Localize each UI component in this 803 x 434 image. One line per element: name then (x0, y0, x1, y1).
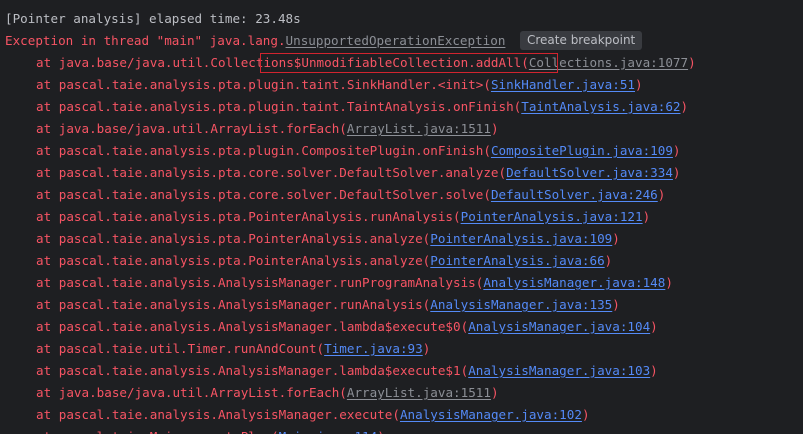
stack-frame: at pascal.taie.analysis.pta.PointerAnaly… (36, 207, 650, 227)
closing-paren: ) (650, 319, 658, 334)
stack-frame-source-link[interactable]: PointerAnalysis.java:121 (461, 209, 643, 224)
stack-frame: at pascal.taie.analysis.pta.plugin.Compo… (36, 141, 681, 161)
run-console-output: [Pointer analysis] elapsed time: 23.48s … (0, 0, 803, 434)
closing-paren: ) (650, 363, 658, 378)
closing-paren: ) (490, 121, 499, 136)
stack-frame: at pascal.taie.Main.executePlan(Main.jav… (36, 427, 385, 434)
stack-frame-source-link[interactable]: AnalysisManager.java:135 (430, 297, 612, 312)
stack-frame-method: at pascal.taie.analysis.AnalysisManager.… (36, 363, 469, 378)
stack-frame: at pascal.taie.analysis.pta.plugin.taint… (36, 97, 688, 117)
stack-frame-source-link[interactable]: SinkHandler.java:51 (491, 77, 635, 92)
stack-frame-source-link[interactable]: PointerAnalysis.java:66 (430, 253, 604, 268)
stack-frame: at pascal.taie.analysis.AnalysisManager.… (36, 405, 590, 425)
closing-paren: ) (581, 407, 590, 422)
stack-frame-method: at pascal.taie.analysis.pta.PointerAnaly… (36, 231, 431, 246)
exception-prefix: Exception in thread "main" java.lang. (5, 33, 286, 48)
stack-frame: at java.base/java.util.ArrayList.forEach… (36, 119, 499, 139)
stack-frame-source-link[interactable]: ArrayList.java:1511 (347, 121, 491, 136)
stack-frame-source-link[interactable]: AnalysisManager.java:104 (468, 319, 650, 334)
stack-frame: at pascal.taie.analysis.pta.PointerAnaly… (36, 251, 612, 271)
stack-frame: at pascal.taie.analysis.pta.PointerAnaly… (36, 229, 620, 249)
stack-frame: at pascal.taie.analysis.pta.core.solver.… (36, 163, 681, 183)
closing-paren: ) (422, 341, 431, 356)
stack-frame: at java.base/java.util.ArrayList.forEach… (36, 383, 499, 403)
stack-frame-method: at pascal.taie.analysis.AnalysisManager.… (36, 319, 469, 334)
closing-paren: ) (612, 297, 620, 312)
stack-frame: at pascal.taie.analysis.pta.core.solver.… (36, 185, 665, 205)
stack-frame-method: at pascal.taie.analysis.pta.plugin.taint… (36, 77, 491, 92)
stack-frame-method: at pascal.taie.Main.executePlan( (36, 429, 279, 434)
timing-line: [Pointer analysis] elapsed time: 23.48s (5, 11, 301, 26)
stack-frame: at pascal.taie.analysis.AnalysisManager.… (36, 273, 673, 293)
stack-frame-source-link[interactable]: TaintAnalysis.java:62 (521, 99, 680, 114)
stack-frame: at pascal.taie.util.Timer.runAndCount(Ti… (36, 339, 430, 359)
stack-frame: at java.base/java.util.Collections$Unmod… (36, 53, 696, 73)
stack-frame-method: at pascal.taie.analysis.AnalysisManager.… (36, 297, 431, 312)
stack-frame-source-link[interactable]: PointerAnalysis.java:109 (430, 231, 612, 246)
closing-paren: ) (672, 143, 681, 158)
stack-frame-method: at pascal.taie.analysis.pta.PointerAnaly… (36, 209, 461, 224)
closing-paren: ) (657, 187, 666, 202)
closing-paren: ) (665, 275, 673, 290)
stack-frame-method: at pascal.taie.analysis.pta.plugin.taint… (36, 99, 522, 114)
closing-paren: ) (635, 77, 643, 92)
stack-frame-source-link[interactable]: ArrayList.java:1511 (347, 385, 491, 400)
stack-frame-source-link[interactable]: DefaultSolver.java:334 (506, 165, 673, 180)
stack-frame-method: at java.base/java.util.ArrayList.forEach… (36, 121, 347, 136)
stack-frame: at pascal.taie.analysis.AnalysisManager.… (36, 317, 658, 337)
closing-paren: ) (680, 99, 689, 114)
stack-frame-method: at java.base/java.util.ArrayList.forEach… (36, 385, 347, 400)
stack-frame-method: at pascal.taie.analysis.AnalysisManager.… (36, 407, 400, 422)
stack-frame-source-link[interactable]: Main.java:114 (279, 429, 378, 434)
closing-paren: ) (642, 209, 651, 224)
stack-frame-source-link[interactable]: AnalysisManager.java:103 (468, 363, 650, 378)
stack-frame-source-link[interactable]: AnalysisManager.java:102 (400, 407, 582, 422)
stack-frame-method: at pascal.taie.analysis.AnalysisManager.… (36, 275, 484, 290)
exception-header: Exception in thread "main" java.lang.Uns… (5, 31, 505, 51)
stack-frame: at pascal.taie.analysis.AnalysisManager.… (36, 361, 658, 381)
exception-class-link[interactable]: UnsupportedOperationException (286, 33, 506, 48)
stack-frame-method: at pascal.taie.analysis.pta.PointerAnaly… (36, 253, 431, 268)
closing-paren: ) (490, 385, 499, 400)
closing-paren: ) (612, 231, 620, 246)
stack-frame-method: at pascal.taie.analysis.pta.core.solver.… (36, 165, 507, 180)
stack-frame-source-link[interactable]: CompositePlugin.java:109 (491, 143, 673, 158)
closing-paren: ) (377, 429, 385, 434)
closing-paren: ) (672, 165, 681, 180)
stack-frame: at pascal.taie.analysis.pta.plugin.taint… (36, 75, 643, 95)
stack-frame-source-link[interactable]: DefaultSolver.java:246 (491, 187, 658, 202)
stack-frame-source-link[interactable]: Timer.java:93 (324, 341, 423, 356)
stack-frame: at pascal.taie.analysis.AnalysisManager.… (36, 295, 620, 315)
stack-frame-method: at pascal.taie.analysis.pta.plugin.Compo… (36, 143, 491, 158)
stack-frame-method: at pascal.taie.util.Timer.runAndCount( (36, 341, 325, 356)
stack-frame-method: at pascal.taie.analysis.pta.core.solver.… (36, 187, 491, 202)
closing-paren: ) (604, 253, 613, 268)
closing-paren: ) (688, 55, 696, 70)
create-breakpoint-hint[interactable]: Create breakpoint (520, 31, 643, 50)
stack-frame-method: at java.base/java.util.Collections$Unmod… (36, 55, 529, 70)
stack-frame-source-link[interactable]: Collections.java:1077 (529, 55, 688, 70)
stack-frame-source-link[interactable]: AnalysisManager.java:148 (483, 275, 665, 290)
